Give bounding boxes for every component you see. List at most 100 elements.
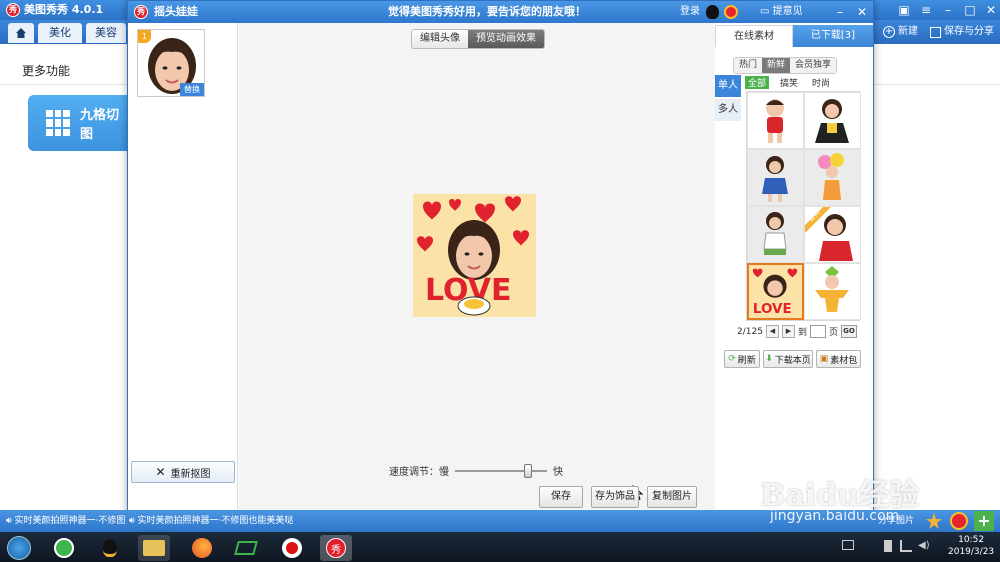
category-all[interactable]: 全部 <box>745 76 770 89</box>
status-ad-left[interactable]: 🔊︎ 实时美颜拍照神器一·不修图 <box>6 510 125 532</box>
materials-grid: 会员 LOVE <box>746 91 861 321</box>
tab-downloaded-materials[interactable]: 已下载[3] <box>793 25 873 47</box>
goto-label: 到 <box>797 328 807 338</box>
weibo-icon[interactable] <box>724 5 738 19</box>
nine-grid-label: 九格切图 <box>80 108 120 142</box>
keyboard-tray-icon[interactable] <box>842 540 854 550</box>
material-thumb[interactable] <box>804 92 861 149</box>
home-tab[interactable] <box>8 23 34 43</box>
bg-app-title-text: 美图秀秀 4.0.1 <box>24 3 104 16</box>
material-thumb-vip[interactable]: 会员 <box>804 206 861 263</box>
taskbar-clock[interactable]: 10:52 2019/3/23 <box>948 534 994 558</box>
save-share-label: 保存与分享 <box>944 26 994 37</box>
dialog-close-icon[interactable]: ✕ <box>854 4 870 20</box>
close-x-icon: ✕ <box>155 465 166 479</box>
video-player-icon <box>234 541 258 555</box>
material-pack-label: 素材包 <box>830 355 858 366</box>
materials-filter-tabs: 热门 新鲜 会员独享 <box>733 57 838 74</box>
cartoon-figure-image <box>766 99 784 143</box>
recrop-button[interactable]: ✕ 重新抠图 <box>131 461 235 483</box>
save-share-button[interactable]: 保存与分享 <box>930 23 994 41</box>
start-button[interactable] <box>3 535 35 561</box>
category-fashion[interactable]: 时尚 <box>809 76 833 89</box>
filter-vip[interactable]: 会员独享 <box>790 58 837 73</box>
download-page-button[interactable]: ⬇ 下载本页 <box>763 350 813 368</box>
taskbar-app-explorer[interactable] <box>138 535 170 561</box>
firefox-icon <box>192 538 212 558</box>
cartoon-figure-image <box>815 266 849 312</box>
login-link[interactable]: 登录 <box>680 1 700 23</box>
dialog-titlebar: 秀 摇头娃娃 觉得美图秀秀好用，要告诉您的朋友哦！ 登录 ▭ 提意见 – ✕ <box>128 1 873 23</box>
filter-fresh[interactable]: 新鲜 <box>762 58 791 73</box>
bg-menu-icon[interactable]: ≡ <box>918 2 934 18</box>
replace-head-button[interactable]: 替换 <box>180 83 204 96</box>
bg-maximize-icon[interactable]: □ <box>962 2 978 18</box>
bg-chat-icon[interactable]: ▣ <box>896 2 912 18</box>
head-thumbnail[interactable]: 1 替换 <box>137 29 205 97</box>
meitu-logo-icon: 秀 <box>326 538 346 558</box>
feedback-button[interactable]: ▭ 提意见 <box>760 1 803 23</box>
volume-tray-icon[interactable]: ◀) <box>918 540 930 552</box>
watermark-url: jingyan.baidu.com <box>770 508 900 524</box>
plus-circle-icon: + <box>883 26 895 38</box>
go-button[interactable]: GO <box>840 325 857 338</box>
dialog-title-text: 摇头娃娃 <box>154 5 198 18</box>
tab-single-person[interactable]: 单人 <box>715 75 741 97</box>
taskbar-app-meitu[interactable]: 秀 <box>320 535 352 561</box>
material-thumb[interactable] <box>747 92 804 149</box>
material-pack-button[interactable]: ▣ 素材包 <box>816 350 861 368</box>
folder-icon <box>143 540 165 556</box>
material-thumb[interactable] <box>804 149 861 206</box>
category-funny[interactable]: 搞笑 <box>777 76 801 89</box>
taskbar-app-firefox[interactable] <box>186 535 218 561</box>
animation-preview-image: LOVE <box>413 194 536 317</box>
tab-multi-person[interactable]: 多人 <box>715 99 741 121</box>
status-ad-center[interactable]: 🔊︎ 实时美颜拍照神器一·不修图也能美美哒 <box>129 510 293 532</box>
refresh-button[interactable]: ⟳ 刷新 <box>724 350 760 368</box>
slider-handle[interactable] <box>524 463 532 478</box>
tab-beauty[interactable]: 美容 <box>86 23 126 43</box>
new-button[interactable]: + 新建 <box>883 23 918 41</box>
taskbar-app-video[interactable] <box>230 535 262 561</box>
bg-close-icon[interactable]: ✕ <box>983 2 999 18</box>
material-thumb[interactable] <box>804 263 861 320</box>
material-thumb-selected[interactable]: LOVE <box>747 263 804 320</box>
save-as-accessory-button[interactable]: 存为饰品 <box>591 486 639 508</box>
copy-image-button[interactable]: 复制图片 <box>647 486 697 508</box>
battery-tray-icon[interactable] <box>884 540 892 552</box>
prev-page-button[interactable]: ◀ <box>765 325 779 338</box>
add-icon[interactable]: + <box>974 511 994 531</box>
taskbar-app-360[interactable] <box>48 535 80 561</box>
tab-edit-head[interactable]: 编辑头像 <box>412 30 468 48</box>
network-tray-icon[interactable] <box>900 540 912 552</box>
dialog-title: 秀 摇头娃娃 <box>134 1 198 23</box>
speed-label: 速度调节：慢 <box>389 467 449 478</box>
page-indicator: 2/125 <box>737 326 763 337</box>
taskbar-app-qq[interactable] <box>94 535 126 561</box>
filter-hot[interactable]: 热门 <box>734 58 763 73</box>
dialog-minimize-icon[interactable]: – <box>832 4 848 20</box>
next-page-button[interactable]: ▶ <box>781 325 795 338</box>
material-thumb[interactable] <box>747 206 804 263</box>
weibo-share-icon[interactable] <box>950 512 968 530</box>
bg-minimize-icon[interactable]: – <box>940 2 956 18</box>
divider <box>0 84 128 85</box>
taskbar-app-recorder[interactable] <box>276 535 308 561</box>
nine-grid-button[interactable]: 九格切图 <box>28 95 128 151</box>
grid-icon <box>46 110 70 136</box>
tab-online-materials[interactable]: 在线素材 <box>715 25 793 47</box>
cartoon-figure-image <box>763 212 787 255</box>
qq-icon[interactable] <box>706 5 719 19</box>
speed-slider[interactable] <box>455 463 547 478</box>
preview-area: 编辑头像 预览动画效果 LOVE 速度调节：慢 快 保存 存为饰品 复制图片 <box>239 23 715 517</box>
tab-preview-animation[interactable]: 预览动画效果 <box>468 30 544 48</box>
qq-penguin-icon <box>103 539 117 557</box>
page-number-input[interactable] <box>809 325 826 338</box>
save-button[interactable]: 保存 <box>539 486 583 508</box>
material-thumb[interactable] <box>747 149 804 206</box>
tab-beautify[interactable]: 美化 <box>38 23 82 43</box>
home-icon <box>16 28 26 38</box>
download-icon: ⬇ <box>765 354 773 364</box>
clock-date: 2019/3/23 <box>948 547 995 557</box>
head-index-badge: 1 <box>138 30 151 43</box>
